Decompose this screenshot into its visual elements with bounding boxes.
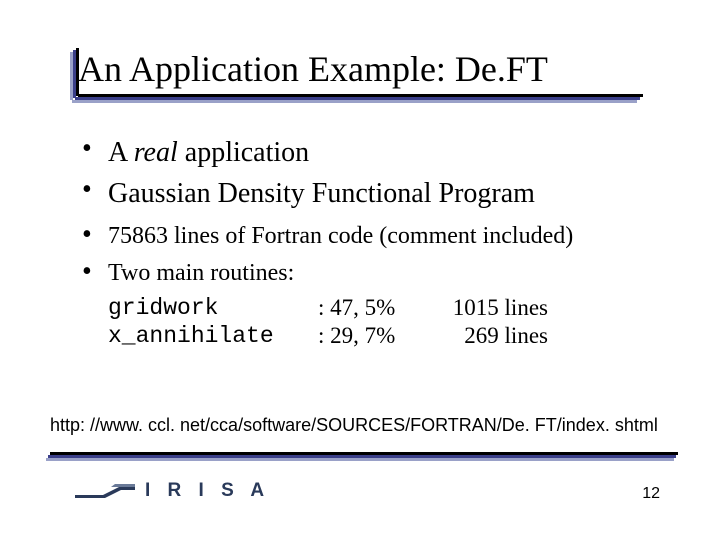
bullet-item: Two main routines: [82, 258, 672, 289]
bullet-text-italic: real [134, 137, 178, 168]
bullet-item: 75863 lines of Fortran code (comment inc… [82, 221, 672, 252]
bottom-accent-line [46, 452, 674, 462]
logo-text: I R I S A [145, 480, 270, 502]
page-number: 12 [642, 485, 660, 503]
title-underline [78, 94, 668, 104]
routine-lines: 1015 lines [428, 295, 548, 321]
slide-title: An Application Example: De.FT [78, 50, 668, 90]
routine-lines: 269 lines [428, 323, 548, 349]
source-url: http: //www. ccl. net/cca/software/SOURC… [50, 415, 658, 436]
bullet-text: 75863 lines of Fortran code (comment inc… [108, 223, 573, 249]
bullet-text: Gaussian Density Functional Program [108, 178, 535, 209]
bullet-item: Gaussian Density Functional Program [82, 176, 672, 211]
footer-logo: I R I S A [75, 480, 270, 502]
routine-pct: : 47, 5% [318, 295, 428, 321]
routine-pct: : 29, 7% [318, 323, 428, 349]
routine-row: gridwork : 47, 5% 1015 lines [108, 295, 672, 321]
slide-body: A real application Gaussian Density Func… [82, 135, 672, 351]
routines-block: gridwork : 47, 5% 1015 lines x_annihilat… [108, 295, 672, 349]
bullet-item: A real application [82, 135, 672, 170]
routine-row: x_annihilate : 29, 7% 269 lines [108, 323, 672, 349]
slide: An Application Example: De.FT A real app… [0, 0, 720, 540]
bullet-text: A [108, 137, 134, 168]
routine-name: x_annihilate [108, 323, 318, 349]
logo-mark-icon [75, 481, 135, 501]
routine-name: gridwork [108, 295, 318, 321]
bullet-text: application [178, 137, 309, 168]
bullet-text: Two main routines: [108, 260, 294, 286]
title-block: An Application Example: De.FT [78, 50, 668, 104]
